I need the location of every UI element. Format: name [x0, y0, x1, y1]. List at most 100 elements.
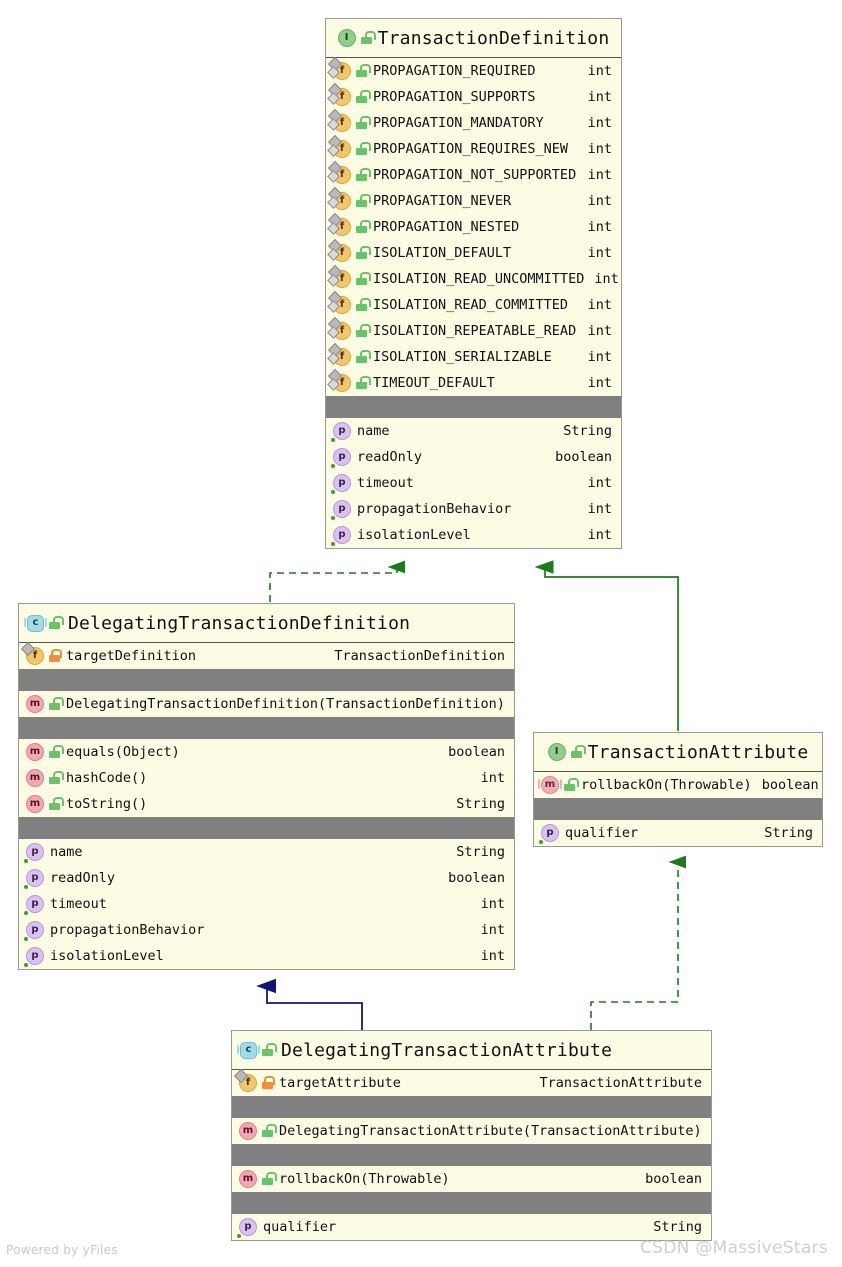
- static-field-icon: f: [327, 56, 351, 80]
- member-name: timeout: [357, 475, 414, 491]
- member-type: int: [480, 948, 505, 964]
- node-title: DelegatingTransactionDefinition: [68, 612, 411, 634]
- constructors-section: m DelegatingTransactionDefinition(Transa…: [19, 691, 514, 717]
- methods-section: m rollbackOn(Throwable) boolean: [534, 772, 822, 798]
- member-row[interactable]: p timeout int: [326, 470, 621, 496]
- member-row[interactable]: f ISOLATION_READ_UNCOMMITTED int: [326, 264, 621, 292]
- public-unlocked-icon: [356, 376, 371, 389]
- public-unlocked-icon: [356, 64, 371, 77]
- member-row[interactable]: p name String: [19, 839, 514, 865]
- public-unlocked-icon: [356, 220, 371, 233]
- diagram-canvas: I TransactionDefinition f PROPAGATION_RE…: [0, 0, 842, 1267]
- abstract-method-icon: m: [541, 776, 559, 794]
- member-row[interactable]: f TIMEOUT_DEFAULT int: [326, 368, 621, 396]
- section-separator: [326, 396, 621, 418]
- member-row[interactable]: p isolationLevel int: [19, 943, 514, 969]
- edge-generalization-delattr-to-deldef: [256, 978, 363, 1030]
- member-name: PROPAGATION_MANDATORY: [373, 115, 544, 131]
- member-row[interactable]: f ISOLATION_READ_COMMITTED int: [326, 290, 621, 318]
- fields-section: f targetDefinition TransactionDefinition: [19, 641, 514, 669]
- member-name: hashCode(): [66, 770, 148, 786]
- member-name: ISOLATION_SERIALIZABLE: [373, 349, 552, 365]
- member-name: PROPAGATION_NESTED: [373, 219, 520, 235]
- member-row[interactable]: p name String: [326, 418, 621, 444]
- member-type: int: [480, 922, 505, 938]
- node-delegating-transaction-definition[interactable]: c DelegatingTransactionDefinition f targ…: [18, 603, 515, 970]
- member-row[interactable]: p timeout int: [19, 891, 514, 917]
- member-row[interactable]: p readOnly boolean: [19, 865, 514, 891]
- property-icon: p: [24, 895, 44, 915]
- member-row[interactable]: f PROPAGATION_REQUIRES_NEW int: [326, 134, 621, 162]
- member-name: PROPAGATION_NOT_SUPPORTED: [373, 167, 577, 183]
- member-type: int: [587, 193, 612, 209]
- member-row[interactable]: f targetAttribute TransactionAttribute: [232, 1068, 711, 1096]
- member-name: ISOLATION_REPEATABLE_READ: [373, 323, 577, 339]
- member-type: int: [587, 219, 612, 235]
- member-row[interactable]: f ISOLATION_SERIALIZABLE int: [326, 342, 621, 370]
- member-row[interactable]: m rollbackOn(Throwable) boolean: [232, 1166, 711, 1192]
- properties-section: p name String p readOnly boolean p timeo…: [19, 839, 514, 969]
- member-type: boolean: [645, 1171, 702, 1187]
- member-row[interactable]: p qualifier String: [534, 820, 822, 846]
- public-unlocked-icon: [564, 778, 579, 791]
- method-icon: m: [239, 1170, 257, 1188]
- member-type: boolean: [555, 449, 612, 465]
- node-delegating-transaction-attribute[interactable]: c DelegatingTransactionAttribute f targe…: [231, 1030, 712, 1241]
- member-row[interactable]: f PROPAGATION_SUPPORTS int: [326, 82, 621, 110]
- member-row[interactable]: f ISOLATION_DEFAULT int: [326, 238, 621, 266]
- field-icon: f: [233, 1068, 257, 1092]
- member-row[interactable]: m equals(Object) boolean: [19, 739, 514, 765]
- member-name: toString(): [66, 796, 148, 812]
- member-row[interactable]: p qualifier String: [232, 1214, 711, 1240]
- member-type: int: [587, 475, 612, 491]
- member-row[interactable]: m hashCode() int: [19, 765, 514, 791]
- section-separator: [19, 817, 514, 839]
- public-unlocked-icon: [356, 142, 371, 155]
- property-icon: p: [237, 1218, 257, 1238]
- edge-realization-deldef-to-def: [269, 560, 405, 602]
- member-type: int: [594, 271, 619, 287]
- member-name: isolationLevel: [50, 948, 164, 964]
- member-row[interactable]: f PROPAGATION_NESTED int: [326, 212, 621, 240]
- public-unlocked-icon: [262, 1172, 277, 1185]
- member-row[interactable]: p propagationBehavior int: [326, 496, 621, 522]
- fields-section: f targetAttribute TransactionAttribute: [232, 1068, 711, 1096]
- property-icon: p: [331, 500, 351, 520]
- properties-section: p name String p readOnly boolean p timeo…: [326, 418, 621, 548]
- member-type: int: [587, 245, 612, 261]
- node-header: c DelegatingTransactionAttribute: [232, 1031, 711, 1070]
- static-field-icon: f: [327, 134, 351, 158]
- fields-section: f PROPAGATION_REQUIRED int f PROPAGATION…: [326, 56, 621, 396]
- static-field-icon: f: [327, 108, 351, 132]
- member-row[interactable]: f PROPAGATION_NOT_SUPPORTED int: [326, 160, 621, 188]
- public-unlocked-icon: [360, 31, 376, 44]
- class-icon: c: [27, 614, 44, 632]
- member-row[interactable]: f PROPAGATION_NEVER int: [326, 186, 621, 214]
- property-icon: p: [331, 422, 351, 442]
- node-transaction-definition[interactable]: I TransactionDefinition f PROPAGATION_RE…: [325, 18, 622, 549]
- member-row[interactable]: m DelegatingTransactionDefinition(Transa…: [19, 691, 514, 717]
- member-row[interactable]: m toString() String: [19, 791, 514, 817]
- member-row[interactable]: f ISOLATION_REPEATABLE_READ int: [326, 316, 621, 344]
- member-row[interactable]: m rollbackOn(Throwable) boolean: [534, 772, 822, 798]
- edge-realization-delattr-to-attr: [590, 855, 686, 1030]
- member-type: boolean: [448, 744, 505, 760]
- member-row[interactable]: p propagationBehavior int: [19, 917, 514, 943]
- member-row[interactable]: f targetDefinition TransactionDefinition: [19, 641, 514, 669]
- node-transaction-attribute[interactable]: I TransactionAttribute m rollbackOn(Thro…: [533, 732, 823, 847]
- member-row[interactable]: f PROPAGATION_REQUIRED int: [326, 56, 621, 84]
- member-name: qualifier: [565, 825, 639, 841]
- node-header: I TransactionAttribute: [534, 733, 822, 772]
- static-field-icon: f: [327, 290, 351, 314]
- member-type: int: [587, 501, 612, 517]
- member-row[interactable]: p isolationLevel int: [326, 522, 621, 548]
- member-row[interactable]: f PROPAGATION_MANDATORY int: [326, 108, 621, 136]
- member-row[interactable]: m DelegatingTransactionAttribute(Transac…: [232, 1118, 711, 1144]
- public-unlocked-icon: [356, 272, 371, 285]
- member-name: name: [50, 844, 83, 860]
- public-unlocked-icon: [356, 350, 371, 363]
- property-icon: p: [331, 474, 351, 494]
- member-type: String: [456, 796, 505, 812]
- member-name: ISOLATION_READ_COMMITTED: [373, 297, 569, 313]
- member-row[interactable]: p readOnly boolean: [326, 444, 621, 470]
